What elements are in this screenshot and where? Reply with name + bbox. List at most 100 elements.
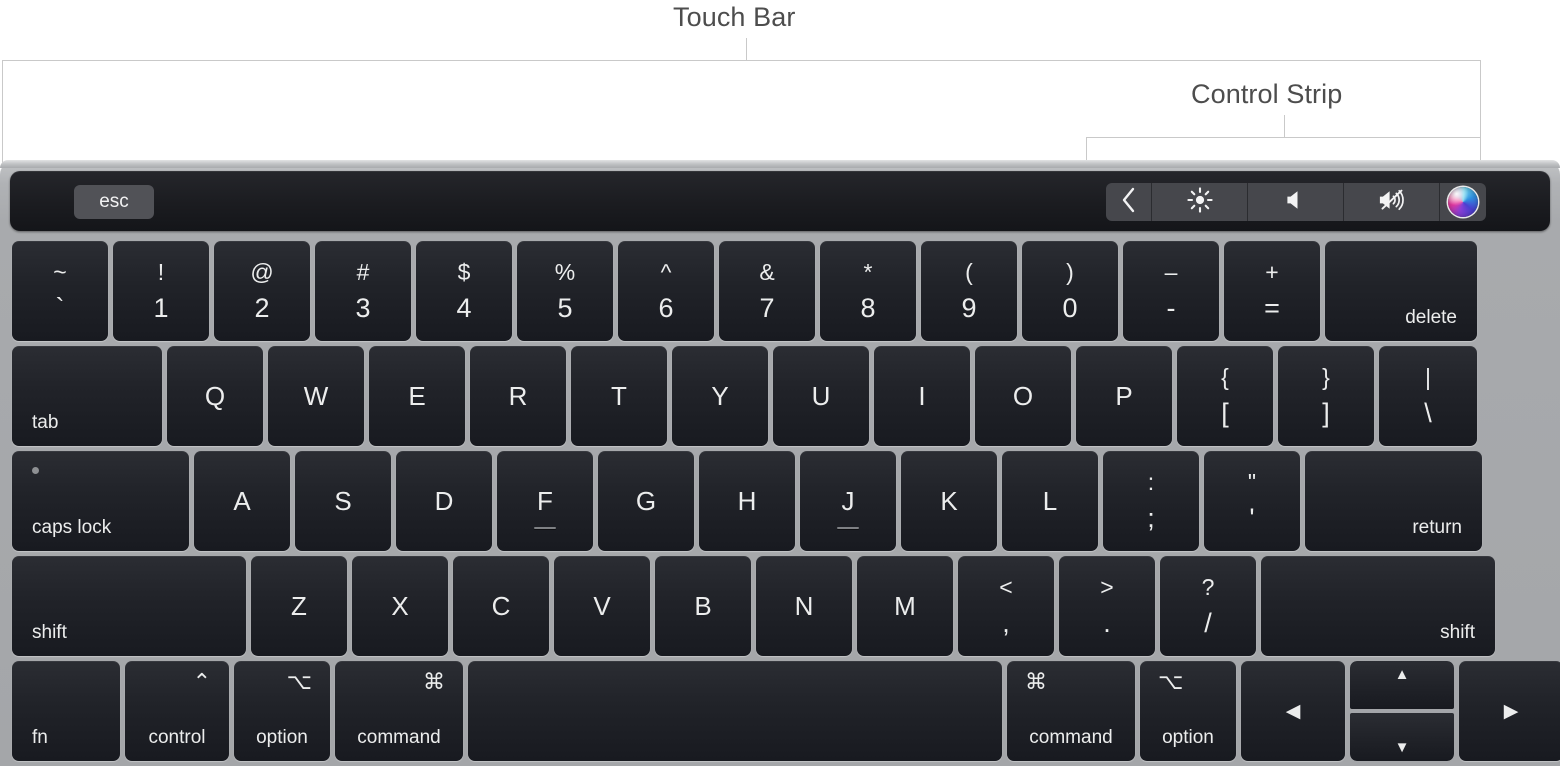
key-8[interactable]: * 8 (820, 241, 916, 341)
key-d[interactable]: D (396, 451, 492, 551)
key-1[interactable]: ! 1 (113, 241, 209, 341)
key-caps-lock[interactable]: caps lock (12, 451, 189, 551)
key-command-left[interactable]: ⌘ command (335, 661, 463, 761)
key-w[interactable]: W (268, 346, 364, 446)
key-backslash[interactable]: | \ (1379, 346, 1477, 446)
key-legend-lower: ` (55, 292, 65, 323)
control-strip[interactable] (1106, 183, 1486, 221)
key-comma[interactable]: <, (958, 556, 1054, 656)
brightness-sun-icon (1186, 186, 1213, 218)
key-legend: | \ (1424, 365, 1432, 427)
key-legend: C (491, 590, 511, 621)
key-5[interactable]: % 5 (517, 241, 613, 341)
key-j[interactable]: J (800, 451, 896, 551)
key-legend: $4 (456, 258, 471, 322)
key-semicolon[interactable]: :; (1103, 451, 1199, 551)
key-legend: E (408, 380, 426, 411)
key-legend: R (508, 380, 528, 411)
key-space[interactable] (468, 661, 1002, 761)
key-arrow-right[interactable]: ▶ (1459, 661, 1560, 761)
key-command-right[interactable]: ⌘ command (1007, 661, 1135, 761)
key-c[interactable]: C (453, 556, 549, 656)
key-legend-upper: : (1147, 468, 1155, 495)
key-arrow-down[interactable]: ▼ (1350, 713, 1454, 761)
key-o[interactable]: O (975, 346, 1071, 446)
key-y[interactable]: Y (672, 346, 768, 446)
siri-orb-icon (1448, 187, 1478, 217)
key-u[interactable]: U (773, 346, 869, 446)
key-legend-lower: 5 (557, 292, 573, 323)
mute-button[interactable] (1344, 183, 1440, 221)
key-option-left[interactable]: ⌥ option (234, 661, 330, 761)
control-strip-expand-button[interactable] (1106, 183, 1152, 221)
key-e[interactable]: E (369, 346, 465, 446)
key-legend-lower: 0 (1062, 292, 1078, 323)
key-7[interactable]: & 7 (719, 241, 815, 341)
esc-key[interactable]: esc (74, 185, 154, 219)
key-b[interactable]: B (655, 556, 751, 656)
key-arrow-up-down[interactable]: ▲ ▼ (1350, 661, 1454, 761)
key-minus[interactable]: – - (1123, 241, 1219, 341)
key-m[interactable]: M (857, 556, 953, 656)
key-6[interactable]: ^ 6 (618, 241, 714, 341)
key-r[interactable]: R (470, 346, 566, 446)
key-s[interactable]: S (295, 451, 391, 551)
key-q[interactable]: Q (167, 346, 263, 446)
key-control[interactable]: ⌃ control (125, 661, 229, 761)
key-bracket-left[interactable]: {[ (1177, 346, 1273, 446)
brightness-button[interactable] (1152, 183, 1248, 221)
key-legend: <, (999, 575, 1012, 637)
key-i[interactable]: I (874, 346, 970, 446)
key-tab[interactable]: tab (12, 346, 162, 446)
key-n[interactable]: N (756, 556, 852, 656)
key-9[interactable]: (9 (921, 241, 1017, 341)
key-slash[interactable]: ? / (1160, 556, 1256, 656)
key-arrow-up[interactable]: ▲ (1350, 661, 1454, 709)
key-legend: ! 1 (153, 260, 169, 323)
key-g[interactable]: G (598, 451, 694, 551)
control-strip-callout-bracket-top (1086, 137, 1481, 138)
control-strip-callout-stem (1284, 115, 1285, 137)
key-v[interactable]: V (554, 556, 650, 656)
key-0[interactable]: ) 0 (1022, 241, 1118, 341)
key-legend: tab (32, 412, 59, 433)
key-p[interactable]: P (1076, 346, 1172, 446)
key-quote[interactable]: " ' (1204, 451, 1300, 551)
key-2[interactable]: @2 (214, 241, 310, 341)
key-modifier-symbol: ⌘ (423, 669, 445, 694)
key-3[interactable]: #3 (315, 241, 411, 341)
touch-bar-callout-stem (746, 38, 747, 60)
key-bracket-right[interactable]: }] (1278, 346, 1374, 446)
key-t[interactable]: T (571, 346, 667, 446)
key-h[interactable]: H (699, 451, 795, 551)
key-x[interactable]: X (352, 556, 448, 656)
key-arrow-left[interactable]: ◀ (1241, 661, 1345, 761)
key-z[interactable]: Z (251, 556, 347, 656)
key-legend-upper: $ (457, 258, 471, 285)
touch-bar[interactable]: esc (10, 171, 1550, 231)
key-grave[interactable]: ~ ` (12, 241, 108, 341)
key-legend: G (635, 485, 657, 516)
key-return[interactable]: return (1305, 451, 1482, 551)
key-f[interactable]: F (497, 451, 593, 551)
touch-bar-callout-label: Touch Bar (673, 2, 796, 32)
key-equal[interactable]: + = (1224, 241, 1320, 341)
key-option-right[interactable]: ⌥ option (1140, 661, 1236, 761)
key-legend-up: ▲ (1394, 666, 1410, 683)
key-legend-lower: 2 (254, 292, 270, 323)
key-legend: H (737, 485, 757, 516)
siri-button[interactable] (1440, 183, 1486, 221)
key-a[interactable]: A (194, 451, 290, 551)
key-k[interactable]: K (901, 451, 997, 551)
key-period[interactable]: >. (1059, 556, 1155, 656)
key-legend: % 5 (555, 260, 575, 323)
key-fn[interactable]: fn (12, 661, 120, 761)
key-legend-upper: # (356, 258, 370, 285)
key-delete[interactable]: delete (1325, 241, 1477, 341)
key-legend-lower: 1 (153, 292, 169, 323)
key-4[interactable]: $4 (416, 241, 512, 341)
key-shift-right[interactable]: shift (1261, 556, 1495, 656)
volume-button[interactable] (1248, 183, 1344, 221)
key-shift-left[interactable]: shift (12, 556, 246, 656)
key-l[interactable]: L (1002, 451, 1098, 551)
